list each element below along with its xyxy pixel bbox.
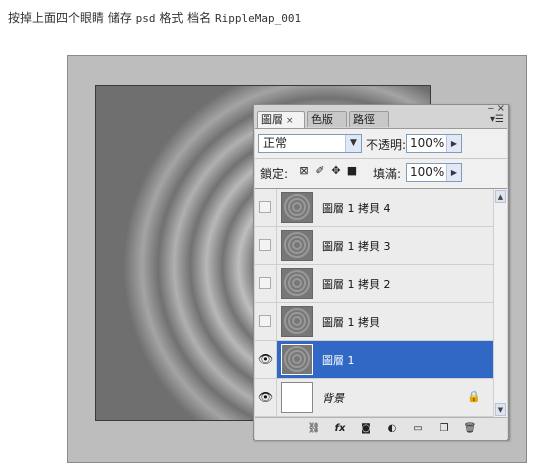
instruction-filename: RippleMap_001 [215, 12, 302, 25]
layer-name[interactable]: 圖層 1 拷貝 [322, 314, 380, 330]
fill-arrow-icon[interactable]: ▶ [446, 164, 461, 181]
visibility-toggle[interactable] [255, 303, 277, 340]
tab-paths[interactable]: 路徑 [349, 111, 389, 127]
fx-icon[interactable]: fx [333, 422, 347, 436]
layer-row[interactable]: 圖層 1 拷貝 2 [255, 265, 493, 303]
fill-input[interactable]: 100% ▶ [406, 163, 462, 182]
scroll-up-icon[interactable]: ▲ [495, 190, 506, 203]
tab-channels-label: 色版 [311, 113, 333, 126]
panel-footer: ⛓ fx ◙ ◐ ▭ ❐ 🗑 [255, 417, 507, 440]
panel-menu-icon[interactable]: ▾☰ [490, 114, 504, 125]
layer-row[interactable]: 圖層 1 拷貝 3 [255, 227, 493, 265]
controls-divider [255, 158, 507, 159]
lock-position-icon[interactable]: ✥ [329, 164, 343, 178]
opacity-input[interactable]: 100% ▶ [406, 134, 462, 153]
instruction-ext: psd [135, 12, 156, 25]
lock-transparency-icon[interactable]: ⊠ [297, 164, 311, 178]
layer-name[interactable]: 圖層 1 拷貝 4 [322, 200, 391, 216]
lock-label: 鎖定: [260, 167, 289, 181]
layer-name[interactable]: 背景 [322, 390, 344, 406]
ripple-thumb-icon [284, 308, 310, 334]
opacity-value: 100% [410, 136, 445, 150]
fill-value: 100% [410, 165, 445, 179]
layer-thumbnail [281, 344, 313, 375]
lock-all-icon[interactable]: ■ [345, 164, 359, 178]
layer-row-selected[interactable]: 👁 圖層 1 [255, 341, 493, 379]
mask-icon[interactable]: ◙ [359, 422, 373, 436]
visibility-toggle[interactable] [255, 265, 277, 302]
blend-mode-select[interactable]: 正常 ▼ [258, 134, 362, 153]
trash-icon[interactable]: 🗑 [463, 422, 477, 436]
layers-scrollbar[interactable]: ▲ ▼ [493, 189, 507, 417]
eye-icon[interactable]: 👁 [258, 352, 273, 366]
visibility-toggle[interactable] [255, 227, 277, 264]
layer-name[interactable]: 圖層 1 拷貝 2 [322, 276, 391, 292]
tab-close-icon[interactable]: × [286, 116, 294, 126]
adjustment-icon[interactable]: ◐ [385, 422, 399, 436]
opacity-arrow-icon[interactable]: ▶ [446, 135, 461, 152]
layer-thumbnail [281, 382, 313, 413]
layer-thumbnail [281, 306, 313, 337]
link-icon[interactable]: ⛓ [307, 422, 321, 436]
visibility-off-icon[interactable] [259, 277, 271, 289]
lock-pixels-icon[interactable]: ✐ [313, 164, 327, 178]
tab-layers-label: 圖層 [261, 113, 283, 126]
layer-name[interactable]: 圖層 1 拷貝 3 [322, 238, 391, 254]
new-layer-icon[interactable]: ❐ [437, 422, 451, 436]
scroll-down-icon[interactable]: ▼ [495, 403, 506, 416]
visibility-toggle[interactable]: 👁 [255, 341, 277, 378]
visibility-toggle[interactable]: 👁 [255, 379, 277, 416]
layer-thumbnail [281, 192, 313, 223]
visibility-toggle[interactable] [255, 189, 277, 226]
layer-controls: 正常 ▼ 不透明: 100% ▶ 鎖定: ⊠ ✐ ✥ ■ 填滿: 100% ▶ [255, 128, 507, 189]
layer-row[interactable]: 圖層 1 拷貝 [255, 303, 493, 341]
screenshot-stage: ‒ × 圖層 × 色版 路徑 ▾☰ 正常 ▼ 不透明: 100% ▶ 鎖定: ⊠… [67, 55, 527, 463]
visibility-off-icon[interactable] [259, 239, 271, 251]
layer-row[interactable]: 圖層 1 拷貝 4 [255, 189, 493, 227]
ripple-thumb-icon [284, 270, 310, 296]
layer-thumbnail [281, 230, 313, 261]
ripple-thumb-icon [284, 232, 310, 258]
ripple-thumb-icon [284, 194, 310, 220]
folder-icon[interactable]: ▭ [411, 422, 425, 436]
tab-layers[interactable]: 圖層 × [257, 111, 305, 128]
instruction-mid: 格式 档名 [159, 11, 212, 25]
layers-list: 圖層 1 拷貝 4 圖層 1 拷貝 3 圖層 1 拷貝 2 圖層 1 拷貝 👁 … [255, 188, 507, 417]
visibility-off-icon[interactable] [259, 201, 271, 213]
layer-thumbnail [281, 268, 313, 299]
tab-paths-label: 路徑 [353, 113, 375, 126]
ripple-thumb-icon [284, 346, 310, 372]
visibility-off-icon[interactable] [259, 315, 271, 327]
layer-name[interactable]: 圖層 1 [322, 352, 355, 368]
opacity-label: 不透明: [366, 138, 407, 152]
fill-label: 填滿: [373, 167, 402, 181]
chevron-down-icon[interactable]: ▼ [345, 135, 361, 152]
blend-mode-value: 正常 [263, 136, 288, 150]
lock-icon: 🔒 [467, 390, 481, 403]
instruction-text: 按掉上面四个眼睛 储存 psd 格式 档名 RippleMap_001 [8, 9, 301, 26]
tab-channels[interactable]: 色版 [307, 111, 347, 127]
instruction-prefix: 按掉上面四个眼睛 储存 [8, 11, 132, 25]
layers-panel: ‒ × 圖層 × 色版 路徑 ▾☰ 正常 ▼ 不透明: 100% ▶ 鎖定: ⊠… [253, 103, 509, 440]
layer-row-background[interactable]: 👁 背景 🔒 [255, 379, 493, 417]
eye-icon[interactable]: 👁 [258, 390, 273, 404]
